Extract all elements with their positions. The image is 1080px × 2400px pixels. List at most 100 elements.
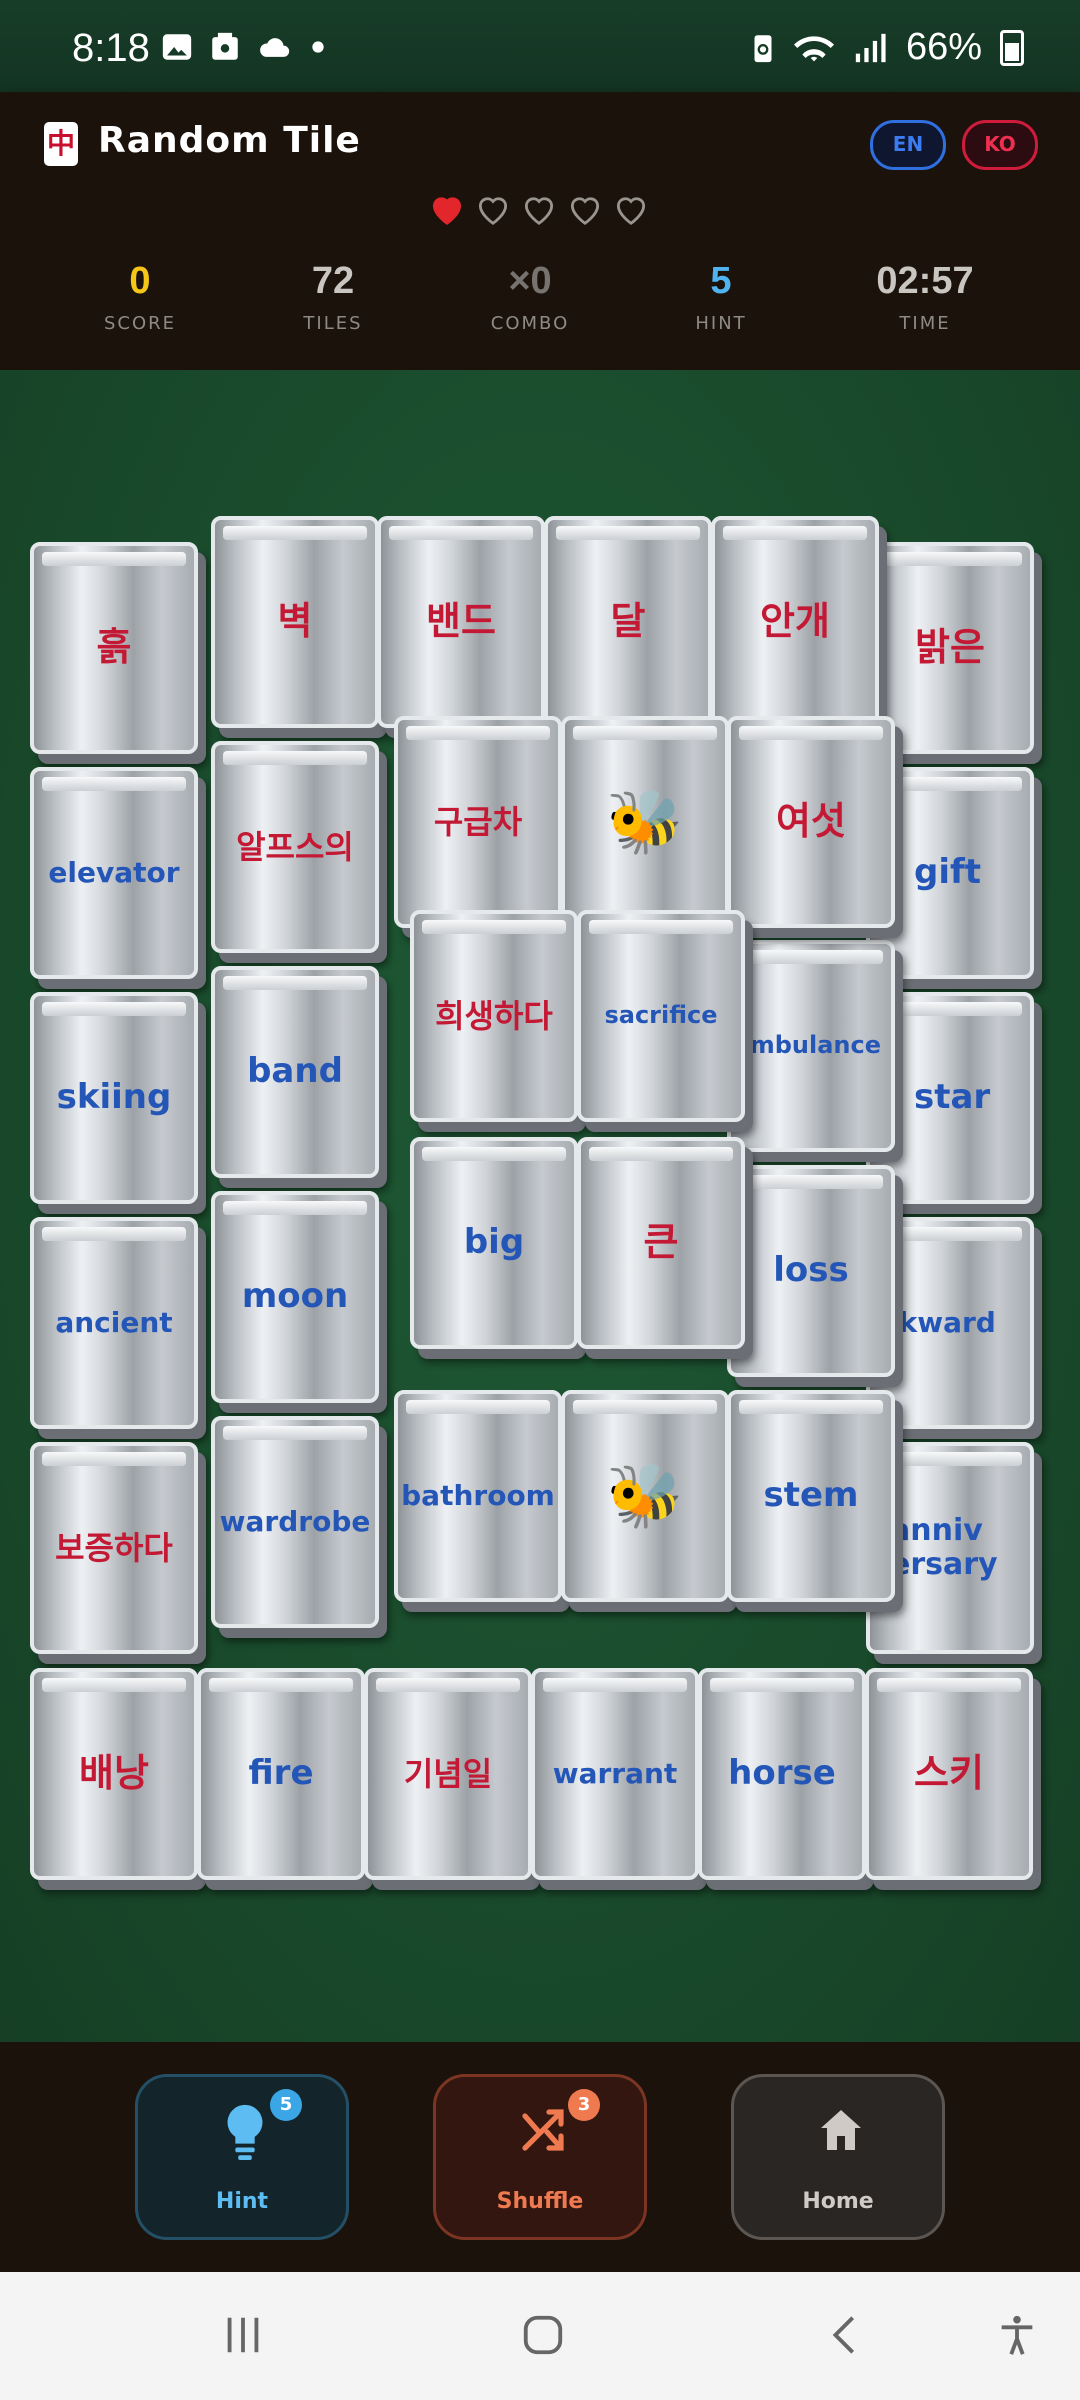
game-header: 中 Random Tile EN KO 0 SCORE 72 TILES ×0 … xyxy=(0,92,1080,370)
tile[interactable]: elevator xyxy=(30,767,198,979)
tile-label: 흙 xyxy=(96,625,132,670)
stat-score: 0 SCORE xyxy=(40,260,240,334)
hint-count-badge: 5 xyxy=(270,2089,302,2121)
tile-label: skiing xyxy=(56,1077,172,1118)
bee-icon: 🐝 xyxy=(606,1459,684,1533)
signal-icon xyxy=(855,33,886,62)
dot-icon xyxy=(312,41,324,53)
tile[interactable]: 기념일 xyxy=(364,1668,532,1880)
tile[interactable]: 스키 xyxy=(865,1668,1033,1880)
stat-label: TIME xyxy=(899,313,951,334)
shuffle-button[interactable]: 3 Shuffle xyxy=(433,2074,647,2240)
tile-label: horse xyxy=(728,1753,836,1794)
stat-tiles: 72 TILES xyxy=(233,260,433,334)
tile[interactable]: 큰 xyxy=(577,1137,745,1349)
stat-label: COMBO xyxy=(490,313,570,334)
recent-apps-icon[interactable] xyxy=(220,2312,266,2358)
lives-hearts xyxy=(428,190,650,228)
tile[interactable]: 밴드 xyxy=(377,516,545,728)
tile[interactable]: big xyxy=(410,1137,578,1349)
image-icon xyxy=(162,34,192,60)
tile[interactable]: wardrobe xyxy=(211,1416,379,1628)
tile[interactable]: band xyxy=(211,966,379,1178)
tile-label: 밝은 xyxy=(915,625,985,670)
tile-bee[interactable]: 🐝 xyxy=(561,716,729,928)
tile-label: band xyxy=(247,1051,343,1092)
tile[interactable]: ancient xyxy=(30,1217,198,1429)
tile-label: 밴드 xyxy=(426,599,496,644)
back-icon[interactable] xyxy=(822,2312,868,2358)
battery-percent: 66% xyxy=(905,26,982,68)
stat-label: HINT xyxy=(695,313,747,334)
tile[interactable]: fire xyxy=(197,1668,365,1880)
tile-bee[interactable]: 🐝 xyxy=(561,1390,729,1602)
heart-empty-icon xyxy=(616,197,646,225)
tile-board: 흙 elevator skiing ancient 보증하다 밝은 gift s… xyxy=(0,370,1080,2042)
shuffle-count-badge: 3 xyxy=(568,2089,600,2121)
home-nav-icon[interactable] xyxy=(520,2312,566,2358)
home-button[interactable]: Home xyxy=(731,2074,945,2240)
tile[interactable]: horse xyxy=(698,1668,866,1880)
action-bar: 5 Hint 3 Shuffle Home xyxy=(0,2042,1080,2272)
tile-label: loss xyxy=(773,1250,849,1291)
language-en-button[interactable]: EN xyxy=(870,120,946,170)
tile[interactable]: warrant xyxy=(531,1668,699,1880)
tile-label: 배낭 xyxy=(79,1751,149,1796)
tile[interactable]: 안개 xyxy=(711,516,879,728)
tile-label: ancient xyxy=(55,1305,173,1339)
shuffle-icon xyxy=(522,2109,564,2151)
heart-empty-icon xyxy=(478,197,508,225)
stat-label: TILES xyxy=(303,313,363,334)
hint-button[interactable]: 5 Hint xyxy=(135,2074,349,2240)
cloud-icon xyxy=(260,38,290,57)
tile[interactable]: sacrifice xyxy=(577,910,745,1122)
tile[interactable]: moon xyxy=(211,1191,379,1403)
tile-label: big xyxy=(463,1222,525,1263)
tile[interactable]: bathroom xyxy=(394,1390,562,1602)
tile[interactable]: 벽 xyxy=(211,516,379,728)
heart-empty-icon xyxy=(524,197,554,225)
stat-value: 72 xyxy=(311,260,355,302)
tile-label: mbulance xyxy=(749,1031,881,1060)
status-time: 8:18 xyxy=(72,26,150,70)
status-right: 66% xyxy=(750,26,1024,69)
accessibility-icon[interactable] xyxy=(994,2312,1040,2358)
stat-combo: ×0 COMBO xyxy=(430,260,630,334)
language-ko-button[interactable]: KO xyxy=(962,120,1038,170)
tile-label: 안개 xyxy=(760,599,830,644)
heart-empty-icon xyxy=(570,197,600,225)
tile[interactable]: mbulance xyxy=(727,940,895,1152)
tile[interactable]: skiing xyxy=(30,992,198,1204)
tile-label: 벽 xyxy=(277,599,313,644)
stat-hint: 5 HINT xyxy=(621,260,821,334)
tile[interactable]: loss xyxy=(727,1165,895,1377)
tile[interactable]: 알프스의 xyxy=(211,741,379,953)
tile-label: sacrifice xyxy=(604,1001,718,1030)
tile[interactable]: 달 xyxy=(544,516,712,728)
tile[interactable]: 희생하다 xyxy=(410,910,578,1122)
stat-value: 0 xyxy=(129,260,151,302)
tile[interactable]: 보증하다 xyxy=(30,1442,198,1654)
tile-label: 여섯 xyxy=(776,799,846,844)
battery-saver-icon xyxy=(754,34,772,62)
stat-time: 02:57 TIME xyxy=(825,260,1025,334)
tile[interactable]: 배낭 xyxy=(30,1668,198,1880)
stat-label: SCORE xyxy=(103,313,177,334)
mahjong-logo-icon: 中 xyxy=(44,122,78,166)
hint-label: Hint xyxy=(215,2189,269,2214)
lightbulb-icon xyxy=(227,2104,263,2161)
tile[interactable]: 여섯 xyxy=(727,716,895,928)
app-title: Random Tile xyxy=(98,120,361,161)
tile-label: 스키 xyxy=(914,1751,984,1796)
tile-label: 큰 xyxy=(643,1220,679,1265)
stat-value: ×0 xyxy=(508,260,552,302)
tile[interactable]: 구급차 xyxy=(394,716,562,928)
tile-label: 구급차 xyxy=(433,802,523,841)
tile[interactable]: stem xyxy=(727,1390,895,1602)
tile[interactable]: 흙 xyxy=(30,542,198,754)
tile-label: moon xyxy=(241,1276,349,1317)
notification-icons xyxy=(160,30,328,64)
tile-label: elevator xyxy=(48,855,180,889)
wifi-icon xyxy=(793,35,834,61)
tile-label: 기념일 xyxy=(403,1754,493,1793)
